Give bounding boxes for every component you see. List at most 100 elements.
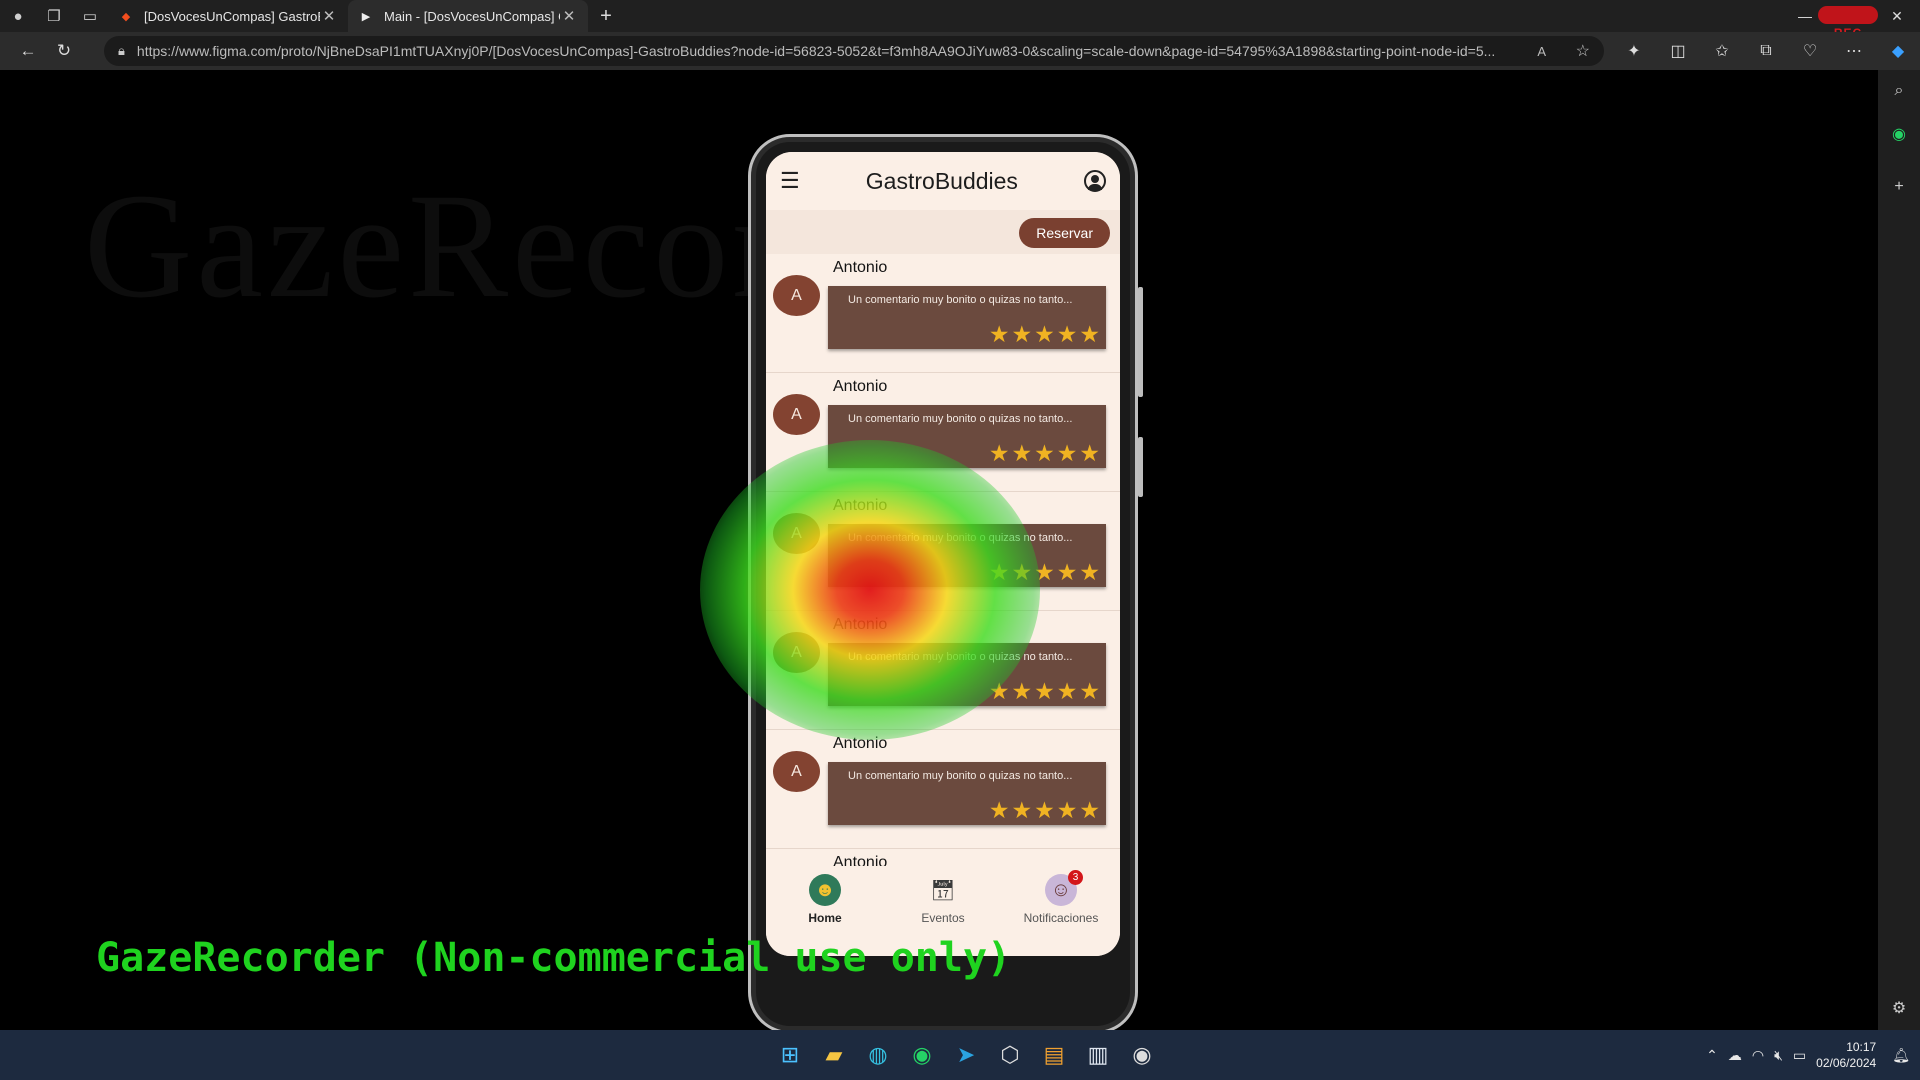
reviewer-name: Antonio — [833, 259, 888, 276]
star-icon: ★ — [1056, 440, 1078, 466]
review-card[interactable]: Un comentario muy bonito o quizas no tan… — [828, 524, 1106, 587]
profile-icon[interactable]: ● — [0, 0, 36, 32]
notification-badge: 3 — [1068, 870, 1083, 885]
tab-actions-icon[interactable]: ▭ — [72, 0, 108, 32]
split-screen-icon[interactable]: ◫ — [1656, 32, 1700, 70]
avatar[interactable]: A — [773, 632, 820, 673]
gazerecorder-label: GazeRecorder (Non-commercial use only) — [96, 935, 1012, 981]
collections-icon[interactable]: ⧉ — [1744, 32, 1788, 70]
reviewer-name: Antonio — [833, 854, 888, 866]
nav-label: Eventos — [921, 911, 965, 925]
volume-muted-icon[interactable]: 🔇︎ — [1774, 1047, 1783, 1064]
onedrive-icon[interactable]: ☁ — [1728, 1047, 1742, 1064]
avatar[interactable]: A — [773, 513, 820, 554]
telegram-icon[interactable]: ➤ — [944, 1030, 988, 1080]
settings-icon[interactable]: ⚙ — [1878, 998, 1920, 1018]
review-item[interactable]: A Antonio Un comentario muy bonito o qui… — [766, 254, 1120, 373]
avatar[interactable]: A — [773, 275, 820, 316]
eye-app-icon[interactable]: ◉ — [1120, 1030, 1164, 1080]
whatsapp-icon[interactable]: ◉ — [1878, 124, 1920, 144]
app-screen: ☰ GastroBuddies Reservar A Antonio Un co… — [766, 152, 1120, 956]
star-icon: ★ — [988, 321, 1010, 347]
performance-icon[interactable]: ♡ — [1788, 32, 1832, 70]
read-aloud-icon[interactable]: A — [1537, 44, 1546, 59]
review-item[interactable]: A Antonio Un comentario muy bonito o qui… — [766, 730, 1120, 849]
copilot-icon[interactable]: ◆ — [1876, 32, 1920, 70]
reserve-strip: Reservar — [766, 210, 1120, 254]
new-tab-button[interactable]: + — [588, 5, 624, 28]
reviewer-name: Antonio — [833, 378, 888, 395]
home-icon: ☻ — [809, 874, 841, 906]
whatsapp-app-icon[interactable]: ◉ — [900, 1030, 944, 1080]
star-icon: ★ — [988, 797, 1010, 823]
star-icon: ★ — [1011, 678, 1033, 704]
notifications-bell-icon[interactable]: 🔔︎ — [1892, 1047, 1910, 1064]
review-card[interactable]: Un comentario muy bonito o quizas no tan… — [828, 643, 1106, 706]
system-tray: ⌃ ☁ ◠ 🔇︎ ▭ 10:17 02/06/2024 🔔︎ — [1706, 1030, 1920, 1080]
tab-title: Main - [DosVocesUnCompas] Ga — [384, 8, 560, 24]
star-icon: ★ — [1079, 440, 1100, 466]
chevron-up-icon[interactable]: ⌃ — [1706, 1047, 1718, 1064]
phone-volume-button — [1138, 437, 1143, 497]
wifi-icon[interactable]: ◠ — [1752, 1047, 1764, 1064]
review-item[interactable]: A Antonio — [766, 849, 1120, 866]
tab-title: [DosVocesUnCompas] GastroBuc — [144, 8, 320, 24]
tab-figma-prototype[interactable]: ▶ Main - [DosVocesUnCompas] Ga ✕ — [348, 0, 588, 32]
review-card[interactable]: Un comentario muy bonito o quizas no tan… — [828, 405, 1106, 468]
review-comment: Un comentario muy bonito o quizas no tan… — [848, 651, 1073, 663]
star-icon: ★ — [1056, 559, 1078, 585]
star-icon: ★ — [1011, 321, 1033, 347]
clock[interactable]: 10:17 02/06/2024 — [1816, 1039, 1876, 1071]
phone-frame: ☰ GastroBuddies Reservar A Antonio Un co… — [748, 134, 1143, 1030]
rating-stars: ★ ★ ★ ★ ★ — [989, 559, 1100, 585]
review-item[interactable]: A Antonio Un comentario muy bonito o qui… — [766, 611, 1120, 730]
avatar[interactable]: A — [773, 394, 820, 435]
nav-label: Home — [808, 911, 842, 925]
reserve-button[interactable]: Reservar — [1019, 218, 1110, 248]
file-explorer-icon[interactable]: ▰ — [812, 1030, 856, 1080]
favorites-icon[interactable]: ✩ — [1700, 32, 1744, 70]
add-icon[interactable]: + — [1878, 178, 1920, 196]
windows-start-icon[interactable]: ⊞ — [768, 1030, 812, 1080]
review-card[interactable]: Un comentario muy bonito o quizas no tan… — [828, 286, 1106, 349]
review-card[interactable]: Un comentario muy bonito o quizas no tan… — [828, 762, 1106, 825]
taskbar-apps: ⊞ ▰ ◍ ◉ ➤ ⬡ ▤ ▥ ◉ — [768, 1030, 1164, 1080]
more-menu-icon[interactable]: ⋯ — [1832, 32, 1876, 70]
edge-icon[interactable]: ◍ — [856, 1030, 900, 1080]
url-text: https://www.figma.com/proto/NjBneDsaPI1m… — [136, 43, 1496, 59]
review-item[interactable]: A Antonio Un comentario muy bonito o qui… — [766, 492, 1120, 611]
rating-stars: ★ ★ ★ ★ ★ — [988, 797, 1100, 823]
back-button[interactable]: ← — [10, 32, 46, 70]
browser-tools: ✦ ◫ ✩ ⧉ ♡ ⋯ ◆ — [1612, 32, 1920, 70]
extensions-icon[interactable]: ✦ — [1612, 32, 1656, 70]
star-icon: ★ — [1056, 678, 1078, 704]
address-bar[interactable]: 🔒︎ https://www.figma.com/proto/NjBneDsaP… — [104, 36, 1604, 66]
rating-stars: ★ ★ ★ ★ ★ — [989, 678, 1100, 704]
phone-power-button — [1138, 287, 1143, 397]
review-comment: Un comentario muy bonito o quizas no tan… — [848, 413, 1073, 425]
tab-bar: ● ❐ ▭ ◆ [DosVocesUnCompas] GastroBuc ✕ ▶… — [0, 0, 1920, 40]
favorite-star-icon[interactable]: ☆ — [1576, 41, 1590, 61]
reviews-list[interactable]: A Antonio Un comentario muy bonito o qui… — [766, 254, 1120, 866]
refresh-button[interactable]: ↻ — [46, 32, 82, 70]
star-icon: ★ — [1056, 321, 1078, 347]
avatar[interactable]: A — [773, 751, 820, 792]
battery-icon[interactable]: ▭ — [1793, 1047, 1806, 1064]
lock-icon[interactable]: 🔒︎ — [118, 43, 125, 59]
star-icon: ★ — [988, 440, 1010, 466]
rating-stars: ★ ★ ★ ★ ★ — [988, 321, 1100, 347]
nav-notificaciones[interactable]: ☺ 3 Notificaciones — [1006, 870, 1116, 956]
user-account-icon[interactable] — [1084, 170, 1106, 192]
close-tab-icon[interactable]: ✕ — [320, 7, 338, 25]
app-bar: ☰ GastroBuddies — [766, 152, 1120, 210]
review-item[interactable]: A Antonio Un comentario muy bonito o qui… — [766, 373, 1120, 492]
cube-app-icon[interactable]: ⬡ — [988, 1030, 1032, 1080]
star-icon: ★ — [1079, 797, 1100, 823]
tab-figma-file[interactable]: ◆ [DosVocesUnCompas] GastroBuc ✕ — [108, 0, 348, 32]
notepad-icon[interactable]: ▥ — [1076, 1030, 1120, 1080]
close-tab-icon[interactable]: ✕ — [560, 7, 578, 25]
sublime-icon[interactable]: ▤ — [1032, 1030, 1076, 1080]
search-icon[interactable]: ⌕ — [1878, 82, 1920, 100]
workspaces-icon[interactable]: ❐ — [36, 0, 72, 32]
hamburger-menu-icon[interactable]: ☰ — [780, 168, 800, 194]
